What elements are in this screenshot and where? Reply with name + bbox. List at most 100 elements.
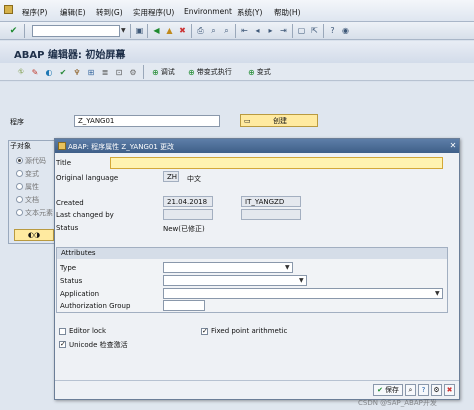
subobject-variants-radio[interactable]	[16, 170, 23, 177]
toolbar-separator	[191, 24, 192, 38]
subobject-source-radio[interactable]	[16, 157, 23, 164]
help-icon[interactable]: ?	[327, 25, 338, 36]
status-value: New(已修正)	[163, 225, 205, 233]
menu-goto[interactable]: 转到(G)	[96, 7, 123, 18]
last-changed-label: Last changed by	[56, 211, 114, 219]
subobject-text-elements-radio[interactable]	[16, 209, 23, 216]
attr-status-label: Status	[60, 277, 83, 285]
last-page-icon[interactable]: ⇥	[278, 25, 289, 36]
activate-icon[interactable]: ♆	[72, 67, 82, 77]
title-input[interactable]	[110, 157, 443, 169]
first-page-icon[interactable]: ⇤	[239, 25, 250, 36]
subobject-source-label: 源代码	[25, 157, 46, 165]
status-dropdown[interactable]	[163, 275, 307, 286]
dialog-cancel-icon: ✖	[446, 386, 453, 394]
authorization-group-label: Authorization Group	[60, 302, 131, 310]
watermark: CSDN @SAP_ABAP开发	[358, 399, 437, 407]
execute-variant-icon: ⊕	[188, 67, 195, 77]
original-language-label: Original language	[56, 174, 119, 182]
close-icon[interactable]: ✕	[448, 140, 458, 150]
customize-icon[interactable]: ◉	[340, 25, 351, 36]
program-input[interactable]: Z_YANG01	[74, 115, 220, 127]
fixed-point-checkbox[interactable]: ✓	[201, 328, 208, 335]
shortcut-icon[interactable]: ⇱	[309, 25, 320, 36]
toolbar-separator	[292, 24, 293, 38]
created-user: IT_YANGZD	[241, 196, 301, 207]
toolbar-separator	[143, 65, 144, 79]
fixed-point-label: Fixed point arithmetic	[211, 327, 288, 335]
dialog-help-icon: ?	[421, 386, 426, 394]
subobject-attributes-radio[interactable]	[16, 183, 23, 190]
check-icon[interactable]: ✔	[58, 67, 68, 77]
find-icon[interactable]: ⌕	[208, 25, 219, 36]
attributes-header: Attributes	[57, 248, 447, 259]
print-icon[interactable]: ⎙	[195, 25, 206, 36]
command-field[interactable]	[32, 25, 120, 37]
menu-utilities[interactable]: 实用程序(U)	[133, 7, 174, 18]
find-next-icon[interactable]: ⌕	[221, 25, 232, 36]
change-pencil-icon[interactable]: ✎	[30, 67, 40, 77]
created-label: Created	[56, 199, 84, 207]
object-list-icon[interactable]: ≣	[100, 67, 110, 77]
sap-menu-icon[interactable]	[4, 5, 13, 14]
subobject-documentation-radio[interactable]	[16, 196, 23, 203]
menu-edit[interactable]: 编辑(E)	[60, 7, 86, 18]
prev-page-icon[interactable]: ◂	[252, 25, 263, 36]
dialog-cancel-button[interactable]: ✖	[444, 384, 455, 396]
create-label: 创建	[273, 116, 287, 125]
dialog-find-icon: ⌕	[408, 385, 413, 394]
dialog-find-button[interactable]: ⌕	[405, 384, 416, 396]
menu-environment[interactable]: Environment	[184, 7, 232, 16]
display-object-list-icon[interactable]: ⊡	[114, 67, 124, 77]
confirm-check-icon[interactable]: ✔	[8, 25, 19, 36]
toolbar-separator	[235, 24, 236, 38]
last-changed-user	[241, 209, 301, 220]
display-glasses-icon[interactable]: ◐	[44, 67, 54, 77]
chevron-down-icon: ▼	[285, 264, 290, 271]
create-icon: ▭	[244, 116, 251, 125]
authorization-group-input[interactable]	[163, 300, 205, 311]
type-dropdown[interactable]	[163, 262, 293, 273]
variant-label: 变式	[256, 68, 271, 76]
application-label: Application	[60, 290, 100, 298]
cancel-icon[interactable]: ✖	[177, 25, 188, 36]
original-language-code: ZH	[163, 171, 179, 182]
original-language-name: 中文	[187, 175, 201, 183]
application-dropdown[interactable]	[163, 288, 443, 299]
new-session-icon[interactable]: ▢	[296, 25, 307, 36]
dialog-app-icon	[58, 142, 66, 150]
save-button[interactable]: ✔ 保存	[373, 384, 403, 396]
create-button[interactable]: ▭ 创建	[240, 114, 318, 127]
chevron-down-icon: ▼	[299, 277, 304, 284]
execute-icon: ⊕	[152, 67, 159, 77]
menu-help[interactable]: 帮助(H)	[274, 7, 301, 18]
toolbar-separator	[24, 24, 25, 38]
toolbar-separator	[147, 24, 148, 38]
save-icon[interactable]: ▣	[134, 25, 145, 36]
dialog-settings-button[interactable]: ⚙	[431, 384, 442, 396]
exit-icon[interactable]: ▲	[164, 25, 175, 36]
editor-lock-label: Editor lock	[69, 327, 107, 335]
dialog-help-button[interactable]: ?	[418, 384, 429, 396]
test-button[interactable]: ⊕ 调试	[152, 66, 175, 78]
where-used-icon[interactable]: ⊞	[86, 67, 96, 77]
program-label: 程序	[10, 118, 24, 126]
status-label: Status	[56, 224, 79, 232]
next-page-icon[interactable]: ▸	[265, 25, 276, 36]
editor-lock-checkbox[interactable]	[59, 328, 66, 335]
test-label: 调试	[160, 68, 175, 76]
debug-run-label: 带变式执行	[196, 68, 232, 76]
variant-button[interactable]: ⊕ 变式	[248, 66, 271, 78]
command-dropdown-icon[interactable]: ▼	[121, 27, 126, 34]
settings-icon[interactable]: ⚙	[128, 67, 138, 77]
display-button[interactable]: ◐◑	[14, 229, 54, 241]
debug-run-button[interactable]: ⊕ 带变式执行	[188, 66, 232, 78]
last-changed-date	[163, 209, 213, 220]
unicode-check-checkbox[interactable]: ✓	[59, 341, 66, 348]
chevron-down-icon: ▼	[435, 290, 440, 297]
back-icon[interactable]: ◀	[151, 25, 162, 36]
menu-system[interactable]: 系统(Y)	[237, 7, 262, 18]
menu-program[interactable]: 程序(P)	[22, 7, 47, 18]
other-object-icon[interactable]: ⛗	[16, 67, 26, 77]
variant-icon: ⊕	[248, 67, 255, 77]
